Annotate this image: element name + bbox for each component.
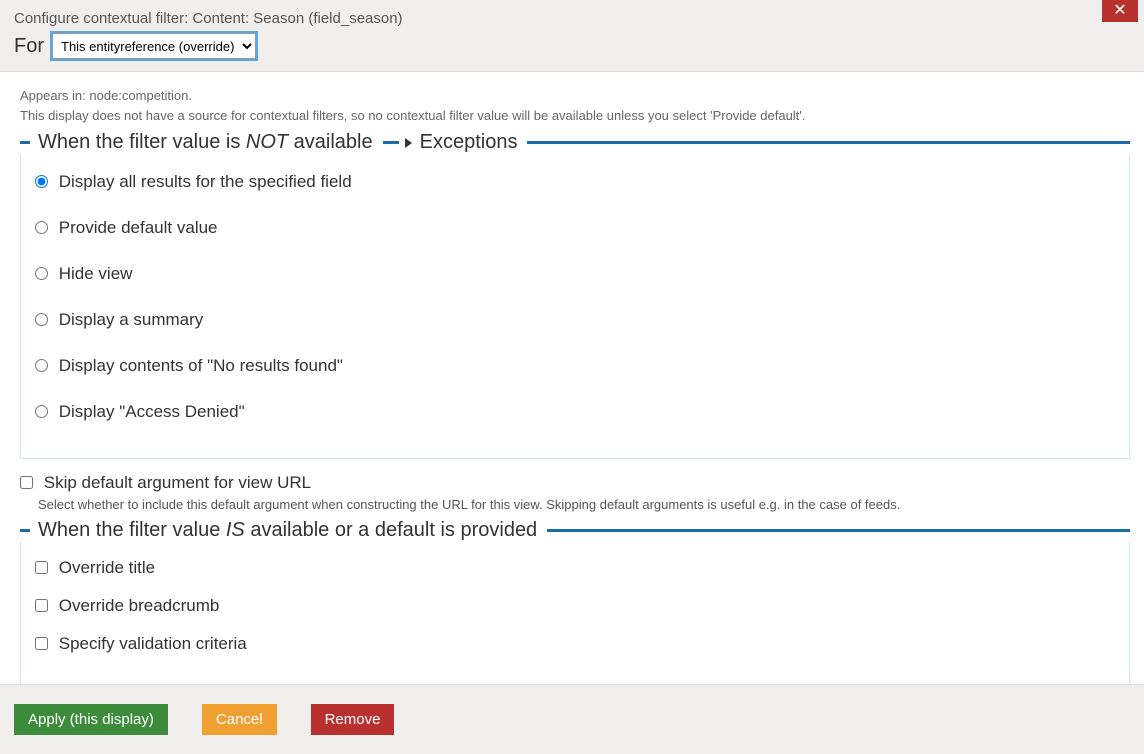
skip-default-help: Select whether to include this default a…	[20, 495, 1130, 515]
checkbox-input[interactable]	[35, 561, 48, 574]
legend-line-icon	[527, 141, 1130, 144]
radio-label: Display all results for the specified fi…	[59, 172, 352, 191]
radio-input[interactable]	[35, 359, 48, 372]
chevron-right-icon	[405, 138, 412, 148]
dialog-title: Configure contextual filter: Content: Se…	[0, 2, 403, 31]
radio-input[interactable]	[35, 175, 48, 188]
description-line-2: This display does not have a source for …	[20, 108, 805, 123]
radio-provide-default[interactable]: Provide default value	[35, 212, 1115, 258]
checkbox-input[interactable]	[20, 476, 33, 489]
dialog-footer: Apply (this display) Cancel Remove	[0, 684, 1144, 754]
fieldset-not-title: When the filter value is NOT available	[34, 131, 377, 154]
description-line-1: Appears in: node:competition.	[20, 88, 192, 103]
legend-dash-icon	[20, 141, 30, 144]
checkbox-label: Override breadcrumb	[59, 596, 220, 615]
radio-display-summary[interactable]: Display a summary	[35, 304, 1115, 350]
fieldset-is-legend: When the filter value IS available or a …	[20, 519, 1130, 542]
radio-input[interactable]	[35, 313, 48, 326]
fieldset-not-body: Display all results for the specified fi…	[20, 154, 1130, 459]
dialog-body[interactable]: Appears in: node:competition. This displ…	[0, 72, 1144, 684]
radio-hide-view[interactable]: Hide view	[35, 258, 1115, 304]
fieldset-is-available: When the filter value IS available or a …	[20, 519, 1130, 685]
description-text: Appears in: node:competition. This displ…	[20, 72, 1130, 131]
radio-label: Provide default value	[59, 218, 218, 237]
radio-label: Hide view	[59, 264, 133, 283]
checkbox-input[interactable]	[35, 637, 48, 650]
fieldset-not-available: When the filter value is NOT available E…	[20, 131, 1130, 459]
checkbox-label: Override title	[59, 558, 155, 577]
radio-input[interactable]	[35, 405, 48, 418]
skip-default-block: Skip default argument for view URL Selec…	[20, 463, 1130, 519]
check-validation[interactable]: Specify validation criteria	[35, 628, 1115, 666]
checkbox-input[interactable]	[35, 599, 48, 612]
radio-label: Display a summary	[59, 310, 204, 329]
remove-button[interactable]: Remove	[311, 704, 395, 735]
radio-no-results[interactable]: Display contents of "No results found"	[35, 350, 1115, 396]
for-label: For	[14, 35, 44, 58]
check-override-title[interactable]: Override title	[35, 552, 1115, 590]
for-select[interactable]: This entityreference (override)	[52, 33, 256, 59]
radio-label: Display "Access Denied"	[59, 402, 245, 421]
close-icon: ✕	[1113, 3, 1126, 19]
legend-dash-icon	[383, 141, 399, 144]
legend-dash-icon	[20, 529, 30, 532]
dialog: Configure contextual filter: Content: Se…	[0, 0, 1144, 754]
close-button[interactable]: ✕	[1102, 0, 1138, 22]
for-row: For This entityreference (override)	[0, 31, 1144, 59]
legend-line-icon	[547, 529, 1130, 532]
checkbox-label: Skip default argument for view URL	[44, 473, 311, 492]
fieldset-not-legend: When the filter value is NOT available E…	[20, 131, 1130, 154]
check-override-breadcrumb[interactable]: Override breadcrumb	[35, 590, 1115, 628]
dialog-header: Configure contextual filter: Content: Se…	[0, 0, 1144, 72]
skip-default-checkbox[interactable]: Skip default argument for view URL	[20, 473, 1130, 495]
checkbox-label: Specify validation criteria	[59, 634, 247, 653]
radio-access-denied[interactable]: Display "Access Denied"	[35, 396, 1115, 430]
radio-input[interactable]	[35, 221, 48, 234]
radio-label: Display contents of "No results found"	[59, 356, 343, 375]
radio-input[interactable]	[35, 267, 48, 280]
fieldset-is-body: Override title Override breadcrumb Speci…	[20, 542, 1130, 685]
apply-button[interactable]: Apply (this display)	[14, 704, 168, 735]
cancel-button[interactable]: Cancel	[202, 704, 277, 735]
exceptions-toggle[interactable]: Exceptions	[416, 131, 522, 154]
radio-display-all[interactable]: Display all results for the specified fi…	[35, 166, 1115, 212]
fieldset-is-title: When the filter value IS available or a …	[34, 519, 541, 542]
